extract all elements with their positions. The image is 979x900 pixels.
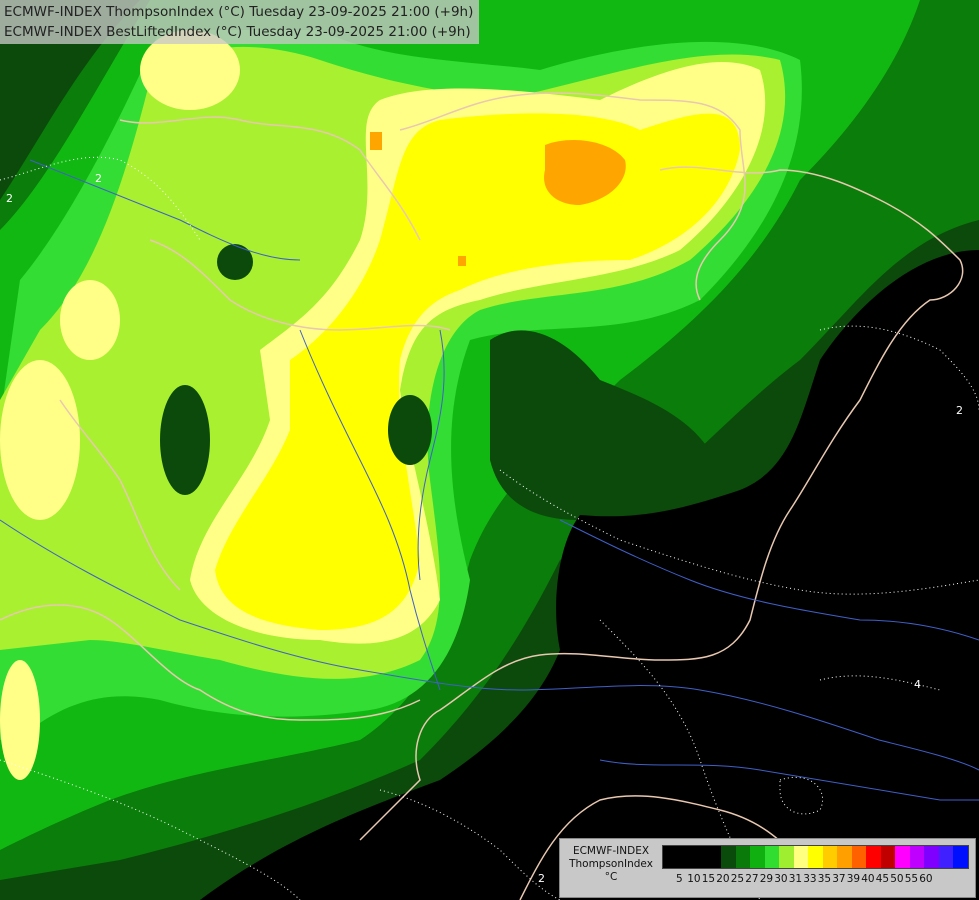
field-dark-green-1 (160, 385, 210, 495)
contour-label-2-east: 2 (956, 404, 963, 417)
legend-swatch (735, 846, 750, 868)
legend-swatch (779, 846, 794, 868)
legend-color-bar (662, 845, 969, 869)
map-title-box: ECMWF-INDEX ThompsonIndex (°C) Tuesday 2… (0, 0, 480, 44)
legend-swatch (692, 846, 707, 868)
legend-swatch (851, 846, 866, 868)
legend-tick-label: 55 (904, 873, 919, 885)
legend-swatch (663, 846, 678, 868)
legend-tick-label: 39 (846, 873, 861, 885)
contour-label-2-west: 2 (6, 192, 13, 205)
legend-ticks: 5 10 15 20 25 27 29 30 31 33 35 37 39 40 45 50 55 60 (662, 873, 972, 887)
legend-index-name: ThompsonIndex (569, 858, 653, 870)
legend-swatch (837, 846, 852, 868)
legend-label: ECMWF-INDEX ThompsonIndex °C (562, 845, 660, 884)
legend-tick-label: 27 (745, 873, 759, 885)
legend-swatch (706, 846, 721, 868)
contour-label-4-southeast: 4 (914, 678, 921, 691)
legend-tick-label: 45 (875, 873, 890, 885)
field-dark-green-2 (217, 244, 253, 280)
field-west-yellow-1 (0, 360, 80, 520)
legend-tick-label: 40 (861, 873, 875, 885)
legend-tick-label: 15 (701, 873, 716, 885)
legend-swatch (938, 846, 953, 868)
legend-tick-label: 35 (817, 873, 832, 885)
field-dark-green-3 (388, 395, 432, 465)
legend-tick-label: 60 (919, 873, 933, 885)
field-west-yellow-2 (60, 280, 120, 360)
color-legend: ECMWF-INDEX ThompsonIndex °C 5 10 15 20 25 27… (559, 838, 976, 898)
contour-label-2-northwest: 2 (95, 172, 102, 185)
legend-tick-label: 33 (803, 873, 817, 885)
title-line-best-lifted-index: ECMWF-INDEX BestLiftedIndex (°C) Tuesday… (4, 24, 471, 40)
legend-swatch (880, 846, 895, 868)
legend-swatch (750, 846, 765, 868)
legend-tick-label: 20 (716, 873, 730, 885)
legend-swatch (866, 846, 881, 868)
legend-model-name: ECMWF-INDEX (572, 845, 650, 857)
legend-tick-label: 37 (832, 873, 846, 885)
legend-swatch (953, 846, 968, 868)
legend-swatch (808, 846, 823, 868)
legend-swatch (764, 846, 779, 868)
legend-tick-label: 30 (774, 873, 788, 885)
legend-swatch (793, 846, 808, 868)
legend-swatch (924, 846, 939, 868)
field-orange-speck-2 (458, 256, 466, 266)
title-line-thompson-index: ECMWF-INDEX ThompsonIndex (°C) Tuesday 2… (4, 4, 474, 20)
legend-unit: °C (604, 871, 618, 883)
legend-tick-label: 25 (730, 873, 745, 885)
legend-tick-label: 50 (890, 873, 904, 885)
legend-swatch (822, 846, 837, 868)
legend-swatch (677, 846, 692, 868)
legend-swatch (895, 846, 910, 868)
legend-tick-label: 10 (687, 873, 701, 885)
legend-tick-label: 31 (788, 873, 803, 885)
legend-swatch (909, 846, 924, 868)
field-southwest-yellow (0, 660, 40, 780)
field-orange-speck-1 (370, 132, 382, 150)
weather-map: 2 2 2 4 2 (0, 0, 979, 900)
legend-tick-label: 5 (676, 873, 683, 885)
legend-swatch (721, 846, 736, 868)
contour-label-2-south: 2 (538, 872, 545, 885)
legend-tick-label: 29 (759, 873, 774, 885)
